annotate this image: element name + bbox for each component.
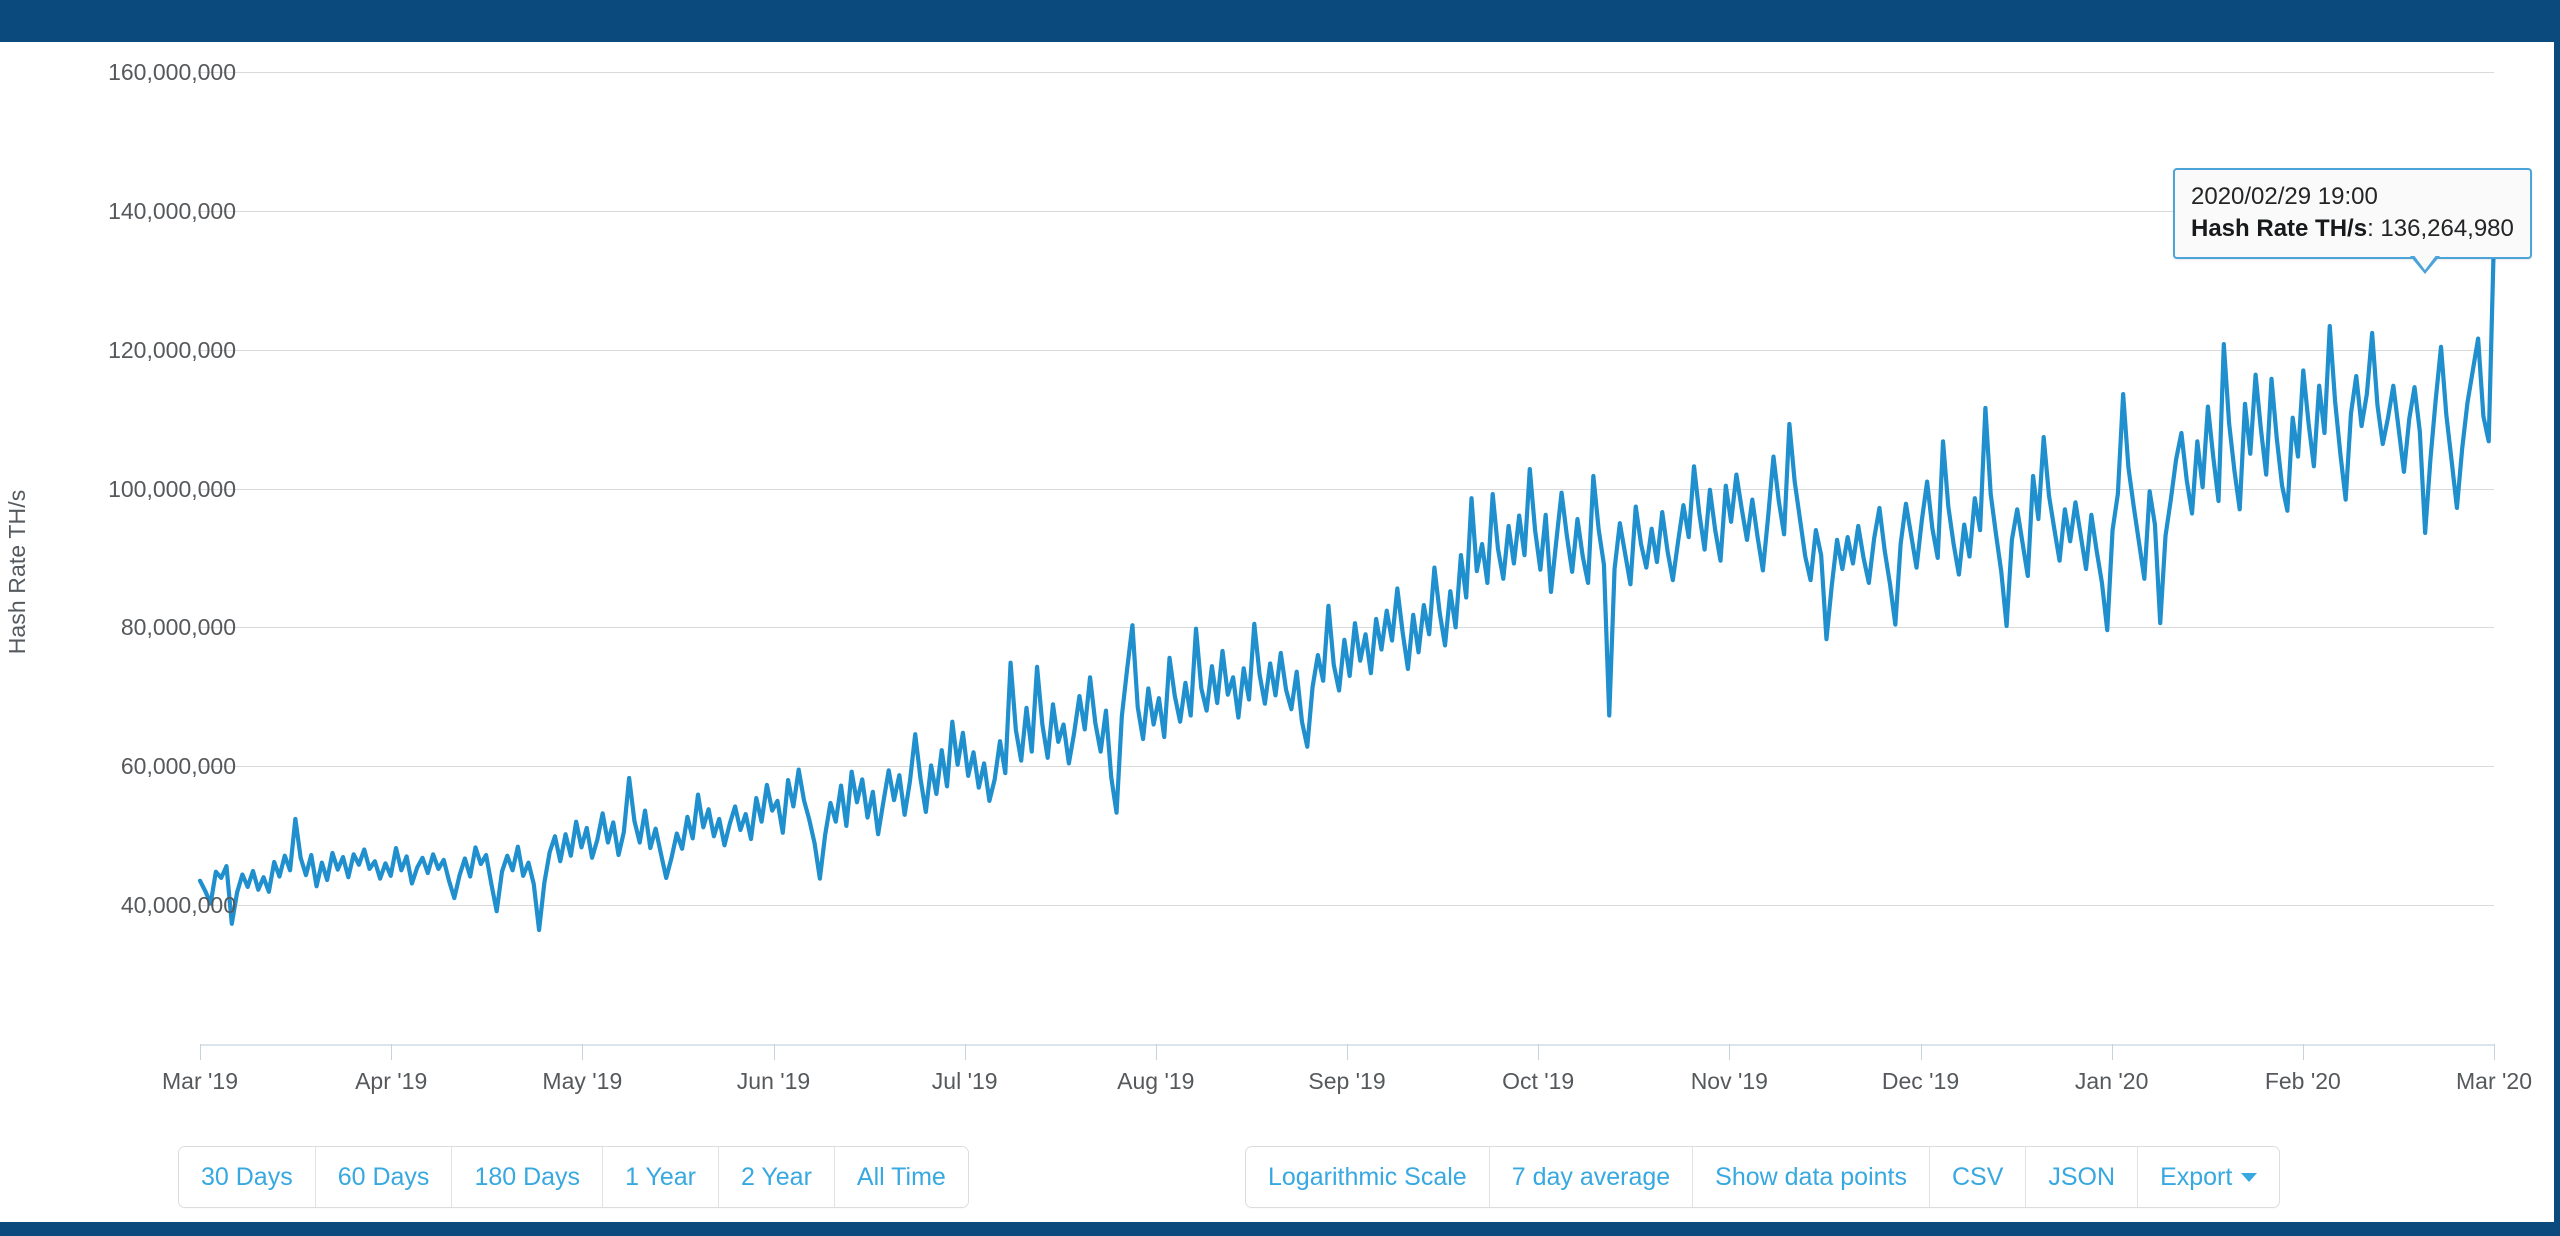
range-180-days-label: 180 Days xyxy=(474,1163,581,1191)
export-button-label: Export xyxy=(2160,1163,2233,1191)
range-2-year[interactable]: 2 Year xyxy=(717,1147,834,1207)
chart-options-button-group: Logarithmic Scale 7 day average Show data … xyxy=(1245,1146,2281,1208)
page-root: Hash Rate TH/s 160,000,000 140,000,000 120… xyxy=(0,0,2560,1236)
y-axis-tick-label: 100,000,000 xyxy=(108,475,236,502)
x-axis-tick-mark xyxy=(2302,1044,2304,1060)
y-axis-tick-label: 60,000,000 xyxy=(120,753,236,780)
x-axis-tick-label: Apr '19 xyxy=(355,1068,428,1094)
show-data-points-button[interactable]: Show data points xyxy=(1692,1147,1929,1207)
logarithmic-scale-button[interactable]: Logarithmic Scale xyxy=(1246,1147,1489,1207)
x-axis-tick-label: Aug '19 xyxy=(1117,1068,1195,1094)
tooltip-metric-value: 136,264,980 xyxy=(2380,214,2514,242)
x-axis-tick-mark xyxy=(2494,1044,2495,1060)
x-axis-tick-label: Mar '19 xyxy=(162,1068,238,1094)
x-axis-tick-mark xyxy=(2111,1044,2113,1060)
range-180-days[interactable]: 180 Days xyxy=(451,1147,603,1207)
export-button[interactable]: Export xyxy=(2137,1147,2280,1207)
y-axis-tick-label: 140,000,000 xyxy=(108,197,236,224)
range-2-year-label: 2 Year xyxy=(740,1163,812,1191)
range-30-days[interactable]: 30 Days xyxy=(179,1147,315,1207)
x-axis-tick-mark xyxy=(582,1044,584,1060)
seven-day-average-button[interactable]: 7 day average xyxy=(1488,1147,1693,1207)
logarithmic-scale-button-label: Logarithmic Scale xyxy=(1268,1163,1467,1191)
x-axis-tick-mark xyxy=(391,1044,393,1060)
x-axis-tick-mark xyxy=(1538,1044,1540,1060)
tooltip-metric-label: Hash Rate TH/s xyxy=(2191,214,2368,242)
show-data-points-button-label: Show data points xyxy=(1715,1163,1907,1191)
csv-button-label: CSV xyxy=(1951,1163,2004,1191)
x-axis-tick-label: Mar '20 xyxy=(2456,1068,2532,1094)
json-button[interactable]: JSON xyxy=(2025,1147,2138,1207)
range-button-group: 30 Days 60 Days 180 Days 1 Year 2 Year All Ti… xyxy=(178,1146,969,1208)
x-axis-tick-mark xyxy=(200,1044,201,1060)
chart-container: Hash Rate TH/s 160,000,000 140,000,000 120… xyxy=(0,42,2554,1102)
range-1-year-label: 1 Year xyxy=(625,1163,696,1191)
json-button-label: JSON xyxy=(2048,1163,2116,1191)
y-axis-tick-label: 120,000,000 xyxy=(108,336,236,363)
range-all-time-label: All Time xyxy=(856,1163,946,1191)
csv-button[interactable]: CSV xyxy=(1928,1147,2026,1207)
range-all-time[interactable]: All Time xyxy=(833,1147,968,1207)
chart-tooltip: 2020/02/29 19:00 Hash Rate TH/s: 136,264… xyxy=(2173,168,2532,260)
x-axis-tick-label: Jun '19 xyxy=(736,1068,811,1094)
top-chrome-bar xyxy=(0,0,2560,42)
x-axis-tick-label: Feb '20 xyxy=(2264,1068,2341,1094)
range-30-days-label: 30 Days xyxy=(201,1163,293,1191)
x-axis-tick-mark xyxy=(1347,1044,1348,1060)
range-1-year[interactable]: 1 Year xyxy=(602,1147,718,1207)
y-axis-tick-label: 160,000,000 xyxy=(108,59,236,85)
x-axis-tick-label: May '19 xyxy=(542,1068,623,1094)
right-chrome-edge xyxy=(2554,42,2560,1222)
range-60-days-label: 60 Days xyxy=(337,1163,430,1191)
tooltip-timestamp: 2020/02/29 19:00 xyxy=(2191,183,2378,210)
tooltip-pointer-fill xyxy=(2413,254,2437,270)
x-axis-tick-mark xyxy=(1155,1044,1157,1060)
y-axis-tick-label: 40,000,000 xyxy=(120,892,236,918)
x-axis-tick-label: Dec '19 xyxy=(1881,1068,1960,1094)
x-axis-tick-label: Jan '20 xyxy=(2074,1068,2149,1094)
plot-area xyxy=(200,72,2494,1035)
seven-day-average-button-label: 7 day average xyxy=(1511,1163,1671,1191)
x-axis-tick-mark xyxy=(773,1044,775,1060)
x-axis-tick-label: Jul '19 xyxy=(931,1068,998,1094)
x-axis-tick-mark xyxy=(1920,1044,1922,1060)
x-axis-tick-label: Nov '19 xyxy=(1690,1068,1768,1094)
x-axis-tick-label: Sep '19 xyxy=(1308,1068,1386,1094)
x-axis-tick-label: Oct '19 xyxy=(1502,1068,1575,1094)
bottom-chrome-bar xyxy=(0,1222,2560,1236)
hash-rate-line-series xyxy=(200,72,2494,1035)
chevron-down-icon xyxy=(2241,1173,2258,1182)
tooltip-value-row: Hash Rate TH/s: 136,264,980 xyxy=(2191,213,2514,245)
x-axis-tick-mark xyxy=(964,1044,966,1060)
range-60-days[interactable]: 60 Days xyxy=(314,1147,452,1207)
y-axis-tick-label: 80,000,000 xyxy=(120,614,236,641)
tooltip-separator: : xyxy=(2367,214,2381,242)
x-axis-tick-mark xyxy=(1729,1044,1731,1060)
